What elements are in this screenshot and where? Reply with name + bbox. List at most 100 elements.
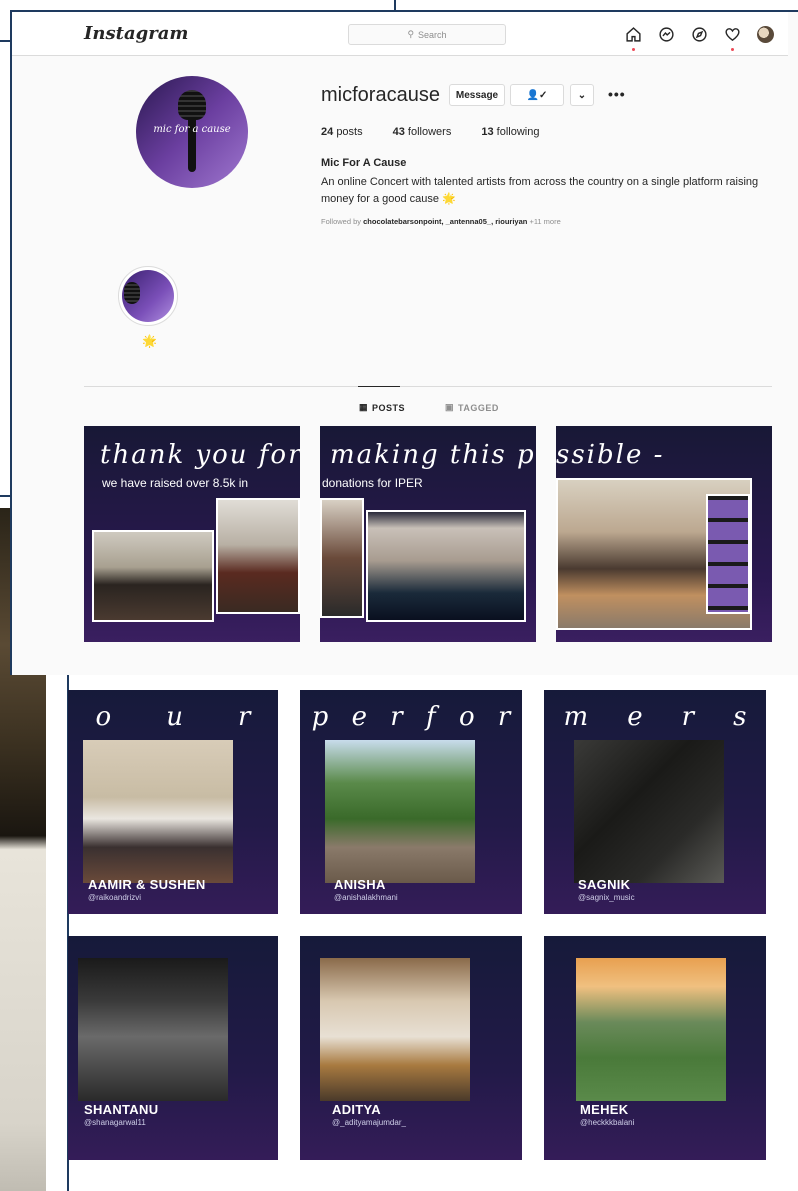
tab-tagged[interactable]: ▣ TAGGED <box>445 402 499 413</box>
performer-photo <box>83 740 233 883</box>
header-letters: p e r f o r <box>300 702 522 732</box>
posts-stat[interactable]: 24 posts <box>321 126 363 138</box>
performer-handle: @heckkkbalani <box>580 1118 635 1127</box>
post-tile[interactable]: ssible - <box>556 426 772 642</box>
frame-border <box>394 0 396 10</box>
instagram-window: Instagram ⚲ Search mic for a cause micfo… <box>10 10 798 675</box>
tile-script-text: thank you for <box>100 440 300 470</box>
profile-avatar-icon[interactable] <box>756 25 775 44</box>
followers-count: 43 <box>392 126 405 138</box>
tab-tagged-label: TAGGED <box>458 402 499 413</box>
followers-label: followers <box>407 126 452 138</box>
performer-name: ADITYA <box>332 1102 381 1117</box>
performer-name: ANISHA <box>334 877 386 892</box>
tabs-divider <box>84 386 772 387</box>
posts-count: 24 <box>321 126 334 138</box>
tile-script-text: making this po <box>330 440 536 470</box>
profile-picture[interactable]: mic for a cause <box>136 76 248 188</box>
highlight-title: 🌟 <box>142 334 157 348</box>
nav-icons <box>624 25 775 51</box>
performer-photo <box>78 958 228 1101</box>
header-letter: u <box>166 702 183 732</box>
header-letter: s <box>733 702 747 732</box>
followed-by[interactable]: Followed by chocolatebarsonpoint, _anten… <box>321 217 561 226</box>
performer-card[interactable]: SHANTANU @shanagarwal11 <box>68 936 278 1160</box>
performer-photo <box>320 958 470 1101</box>
performer-name: SAGNIK <box>578 877 631 892</box>
followers-stat[interactable]: 43 followers <box>393 126 452 138</box>
following-label: following <box>496 126 540 138</box>
header-letter: r <box>238 702 251 732</box>
header-letters: m e r s <box>544 702 766 732</box>
posts-label: posts <box>336 126 363 138</box>
header-letter: o <box>95 702 112 732</box>
post-tile[interactable]: making this po donations for IPER <box>320 426 536 642</box>
tile-subtext: donations for IPER <box>322 476 423 490</box>
filmstrip-photo <box>706 494 750 614</box>
performer-card[interactable]: ADITYA @_adityamajumdar_ <box>300 936 522 1160</box>
header-letter: f <box>426 702 436 732</box>
active-tab-indicator <box>358 386 400 387</box>
performer-photo <box>325 740 475 883</box>
performer-card[interactable]: o u r AAMIR & SUSHEN @raikoandrizvi <box>68 690 278 914</box>
performer-handle: @shanagarwal11 <box>84 1118 146 1127</box>
performer-name: SHANTANU <box>84 1102 159 1117</box>
person-check-icon: 👤✓ <box>526 89 548 101</box>
notification-dot <box>731 48 734 51</box>
header-letter: o <box>458 702 475 732</box>
header-letter: r <box>497 702 511 732</box>
avatar <box>757 26 774 43</box>
followed-by-names: chocolatebarsonpoint, _antenna05_, riour… <box>363 217 528 226</box>
grid-icon: ▦ <box>359 402 369 412</box>
performer-handle: @_adityamajumdar_ <box>332 1118 406 1127</box>
tile-subtext: we have raised over 8.5k in <box>102 476 249 490</box>
search-input[interactable]: ⚲ Search <box>348 24 506 45</box>
explore-compass-icon[interactable] <box>690 25 709 44</box>
performer-card[interactable]: m e r s SAGNIK @sagnix_music <box>544 690 766 914</box>
suggested-dropdown-button[interactable]: ⌄ <box>570 84 594 106</box>
messenger-icon[interactable] <box>657 25 676 44</box>
tagged-icon: ▣ <box>445 402 455 412</box>
following-count: 13 <box>481 126 494 138</box>
concert-photo <box>216 498 300 614</box>
header-letter: e <box>627 702 643 732</box>
search-icon: ⚲ <box>407 29 415 39</box>
search-placeholder: Search <box>418 29 447 40</box>
header-letter: p <box>311 702 329 732</box>
performer-handle: @anishalakhmani <box>334 893 398 902</box>
profile-picture-text: mic for a cause <box>153 124 231 135</box>
concert-photo <box>92 530 214 622</box>
highlight-cover <box>122 270 174 322</box>
activity-heart-icon[interactable] <box>723 25 742 51</box>
performer-card[interactable]: p e r f o r ANISHA @anishalakhmani <box>300 690 522 914</box>
profile-bio: An online Concert with talented artists … <box>321 176 759 205</box>
concert-photo <box>320 498 364 618</box>
header-letter: e <box>351 702 367 732</box>
performer-photo <box>574 740 724 883</box>
screenshot-page: Instagram ⚲ Search mic for a cause micfo… <box>0 0 798 1191</box>
performer-name: MEHEK <box>580 1102 629 1117</box>
tile-script-text: ssible - <box>556 440 665 470</box>
chevron-down-icon: ⌄ <box>577 89 587 101</box>
tab-posts-label: POSTS <box>372 402 406 413</box>
instagram-logo[interactable]: Instagram <box>84 23 188 44</box>
performer-handle: @raikoandrizvi <box>88 893 142 902</box>
following-stat[interactable]: 13 following <box>481 126 539 138</box>
following-button[interactable]: 👤✓ <box>510 84 564 106</box>
video-call-photo <box>366 510 526 622</box>
header-letter: m <box>563 702 589 732</box>
followed-by-prefix: Followed by <box>321 217 362 226</box>
home-icon[interactable] <box>624 25 643 51</box>
top-navigation-bar: Instagram ⚲ Search <box>12 12 788 56</box>
profile-username: micforacause <box>321 84 440 106</box>
post-tile[interactable]: thank you for we have raised over 8.5k i… <box>84 426 300 642</box>
notification-dot <box>632 48 635 51</box>
performer-photo <box>576 958 726 1101</box>
microphone-icon <box>178 90 206 120</box>
story-highlight[interactable] <box>118 266 178 326</box>
microphone-icon <box>124 282 140 304</box>
more-options-icon[interactable]: ••• <box>608 86 626 102</box>
tab-posts[interactable]: ▦ POSTS <box>359 402 405 413</box>
message-button[interactable]: Message <box>449 84 505 106</box>
performer-card[interactable]: MEHEK @heckkkbalani <box>544 936 766 1160</box>
